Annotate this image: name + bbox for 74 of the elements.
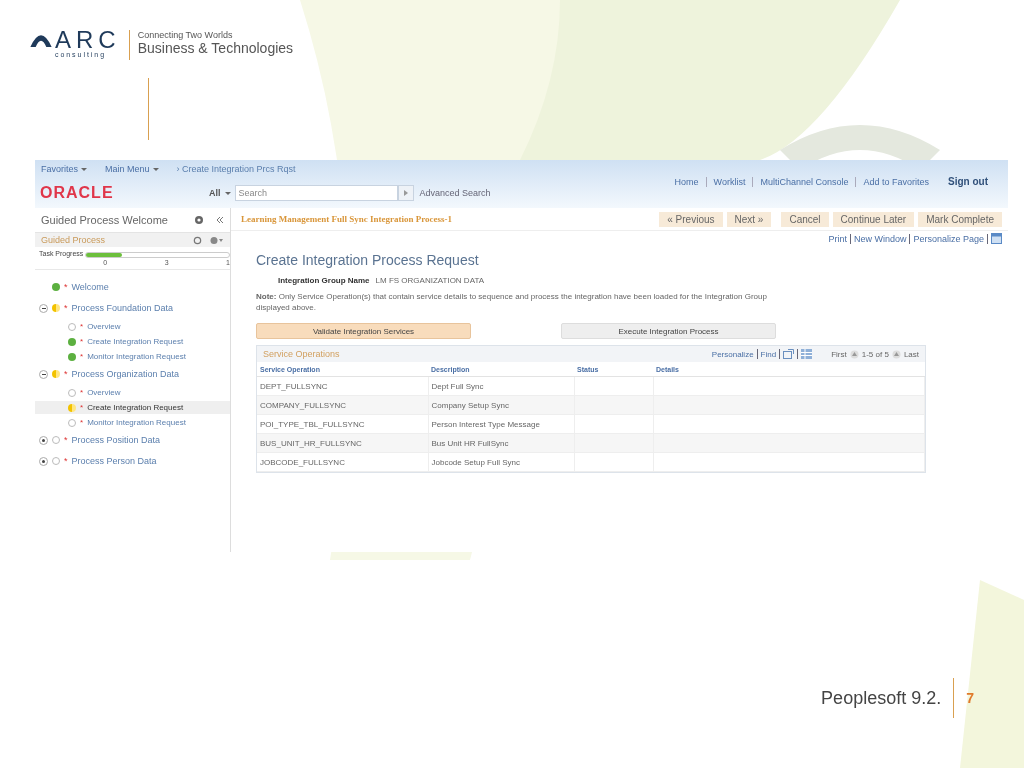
tagline: Connecting Two Worlds xyxy=(137,30,234,40)
table-cell: Person Interest Type Message xyxy=(428,414,574,434)
header-link[interactable]: Worklist xyxy=(713,176,746,187)
nav-button[interactable]: Mark Complete xyxy=(918,211,1002,227)
menu-button[interactable]: Main Menu xyxy=(105,164,159,174)
grid-title: Service Operations xyxy=(263,349,340,359)
tree-item[interactable]: * Process Organization Data xyxy=(35,365,230,383)
sidebar-title: Guided Process Welcome xyxy=(41,214,169,226)
search-field[interactable]: Search xyxy=(234,185,398,201)
half-filled-status-icon xyxy=(52,370,60,378)
panel-title: Guided Process xyxy=(41,235,107,245)
tree-item[interactable]: * Welcome xyxy=(35,278,230,296)
table-cell: Jobcode Setup Full Sync xyxy=(428,452,574,472)
brand-subtitle: Business & Technologies xyxy=(137,40,294,56)
oracle-logo: ORACLE xyxy=(40,184,115,202)
refresh-icon[interactable] xyxy=(193,235,202,245)
note-text: Note: Only Service Operation(s) that contain service details to sequence and process the integration have been loaded for the Integration Group displayed above. xyxy=(256,291,768,313)
field-label: Integration Group Name xyxy=(278,276,370,285)
half-filled-status-icon xyxy=(68,403,76,412)
tree-item[interactable]: * Create Integration Request xyxy=(35,335,230,348)
download-grid-icon[interactable] xyxy=(801,349,813,359)
action-button[interactable]: Execute Integration Process xyxy=(561,323,776,339)
company-logo: ARC xyxy=(55,30,121,50)
half-filled-status-icon xyxy=(52,304,60,312)
tree-item[interactable]: * Process Person Data xyxy=(35,452,230,470)
header-link[interactable]: Home xyxy=(674,176,699,187)
calendar-icon[interactable] xyxy=(991,233,1002,244)
grid-tool-link[interactable]: Personalize xyxy=(711,349,754,359)
page-link[interactable]: Print xyxy=(828,233,847,244)
breadcrumb[interactable]: › Create Integration Prcs Rqst xyxy=(176,164,296,174)
row-range: 1-5 of 5 xyxy=(861,349,889,359)
complete-status-icon xyxy=(52,283,60,291)
settings-icon[interactable] xyxy=(194,215,204,225)
nav-button[interactable]: Next » xyxy=(726,211,772,227)
nav-button[interactable]: « Previous xyxy=(659,211,723,227)
table-cell: POI_TYPE_TBL_FULLSYNC xyxy=(257,414,428,434)
page-link[interactable]: New Window xyxy=(853,233,907,244)
tree-item[interactable]: * Monitor Integration Request xyxy=(35,350,230,363)
tree-item[interactable]: * Process Position Data xyxy=(35,431,230,449)
header-link[interactable]: Sign out xyxy=(948,176,988,187)
page-title: Create Integration Process Request xyxy=(256,252,480,268)
advanced-search-link[interactable]: Advanced Search xyxy=(419,188,491,198)
empty-status-icon xyxy=(52,457,60,465)
search-scope-dropdown[interactable]: All xyxy=(205,188,235,198)
next-icon[interactable] xyxy=(891,349,901,359)
tree-item[interactable]: * Overview xyxy=(35,386,230,399)
table-cell: JOBCODE_FULLSYNC xyxy=(257,452,428,472)
previous-icon[interactable] xyxy=(849,349,859,359)
action-button[interactable]: Validate Integration Services xyxy=(256,323,471,339)
process-title: Learning Management Full Sync Integration Process-1 xyxy=(241,214,453,224)
page-link[interactable]: Personalize Page xyxy=(913,233,984,244)
empty-status-icon xyxy=(68,388,76,397)
empty-status-icon xyxy=(68,322,76,331)
last-link[interactable]: Last xyxy=(903,349,919,359)
footer-title: Peoplesoft 9.2. xyxy=(821,687,942,709)
nav-button[interactable]: Continue Later xyxy=(832,211,915,227)
empty-status-icon xyxy=(52,436,60,444)
menu-button[interactable]: Favorites xyxy=(41,164,87,174)
tree-item[interactable]: * Create Integration Request xyxy=(35,401,230,414)
nav-button[interactable]: Cancel xyxy=(781,211,829,227)
field-value: LM FS ORGANIZATION DATA xyxy=(375,276,484,285)
tree-item[interactable]: * Process Foundation Data xyxy=(35,299,230,317)
table-cell: DEPT_FULLSYNC xyxy=(257,376,428,396)
first-link[interactable]: First xyxy=(831,349,847,359)
table-cell: Dept Full Sync xyxy=(428,376,574,396)
page-number: 7 xyxy=(966,690,974,706)
tree-item[interactable]: * Monitor Integration Request xyxy=(35,416,230,429)
zoom-grid-icon[interactable] xyxy=(783,349,795,359)
collapse-icon[interactable] xyxy=(216,216,224,224)
header-link[interactable]: Add to Favorites xyxy=(863,176,929,187)
settings-menu-icon[interactable] xyxy=(210,235,224,245)
header-link[interactable]: MultiChannel Console xyxy=(760,176,849,187)
grid-tool-link[interactable]: Find xyxy=(760,349,777,359)
tree-item[interactable]: * Overview xyxy=(35,320,230,333)
